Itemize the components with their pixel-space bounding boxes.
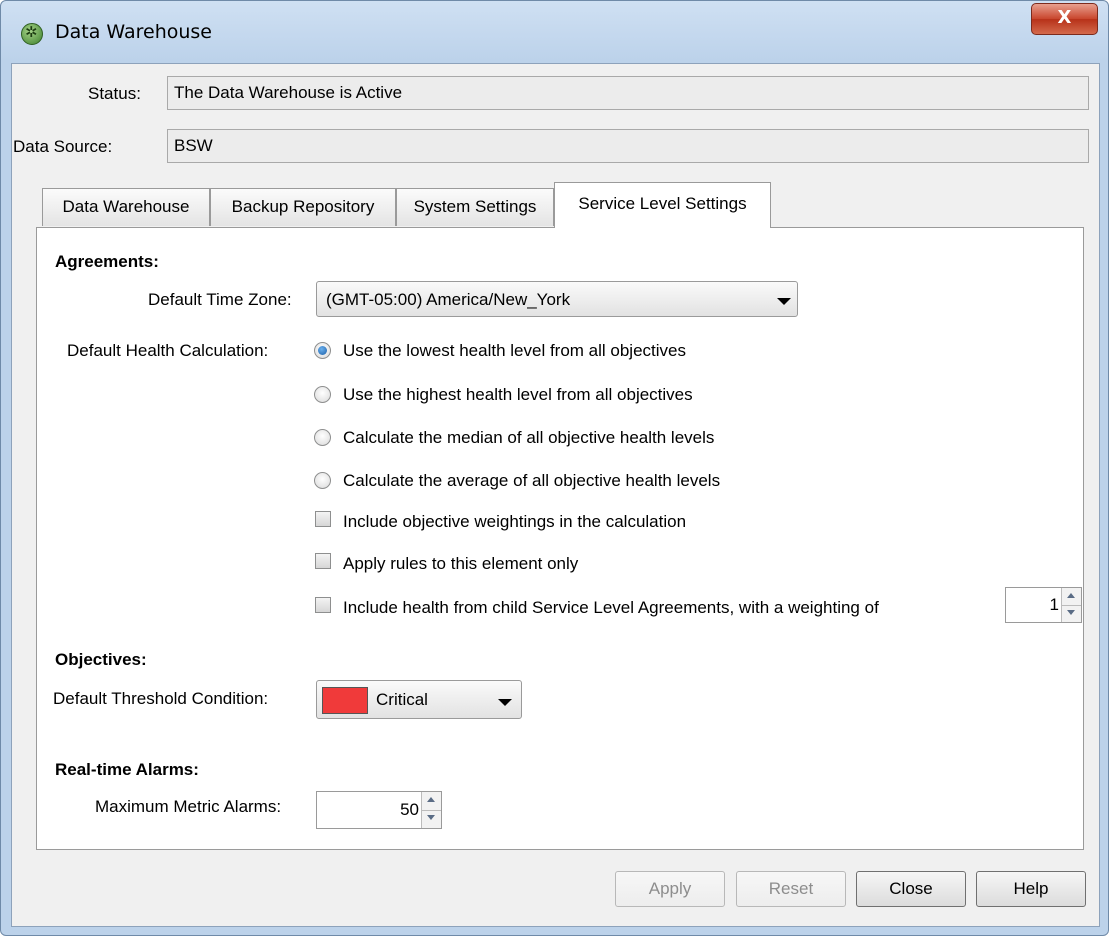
checkbox-child-sla-health[interactable] (315, 597, 331, 613)
service-level-settings-panel (36, 227, 1084, 850)
help-button[interactable]: Help (976, 871, 1086, 907)
data-source-field: BSW (167, 129, 1089, 163)
weighting-stepper-buttons (1061, 588, 1081, 622)
threshold-condition-value: Critical (376, 690, 428, 709)
tab-system-settings[interactable]: System Settings (396, 188, 554, 226)
tab-data-warehouse[interactable]: Data Warehouse (42, 188, 210, 226)
real-time-alarms-heading: Real-time Alarms: (55, 760, 199, 779)
default-time-zone-label: Default Time Zone: (148, 290, 292, 309)
data-source-label: Data Source: (13, 137, 113, 156)
checkbox-apply-rules-element-only[interactable] (315, 553, 331, 569)
radio-average-health[interactable] (314, 472, 331, 489)
critical-color-swatch (322, 687, 368, 714)
maximum-metric-alarms-label: Maximum Metric Alarms: (95, 797, 282, 816)
chevron-down-icon (777, 298, 791, 305)
checkbox-child-sla-health-label: Include health from child Service Level … (343, 598, 879, 617)
time-zone-select[interactable]: (GMT-05:00) America/New_York (316, 281, 798, 317)
close-button[interactable]: Close (856, 871, 966, 907)
spin-down-icon[interactable] (422, 810, 441, 828)
title-bar[interactable]: Data Warehouse X (1, 1, 1108, 63)
weighting-value: 1 (1049, 595, 1059, 614)
alarms-stepper-buttons (421, 792, 441, 828)
agreements-heading: Agreements: (55, 252, 159, 271)
spin-up-icon[interactable] (422, 792, 441, 810)
radio-median-health-label: Calculate the median of all objective he… (343, 428, 715, 447)
apply-button[interactable]: Apply (615, 871, 725, 907)
chevron-down-icon (498, 699, 512, 706)
window-title: Data Warehouse (55, 21, 213, 43)
checkbox-apply-rules-label: Apply rules to this element only (343, 554, 579, 573)
close-window-button[interactable]: X (1031, 3, 1098, 35)
maximum-metric-alarms-value: 50 (400, 800, 419, 819)
checkbox-objective-weightings[interactable] (315, 511, 331, 527)
app-logo-icon (21, 23, 43, 45)
radio-average-health-label: Calculate the average of all objective h… (343, 471, 721, 490)
radio-lowest-health-label: Use the lowest health level from all obj… (343, 341, 686, 360)
weighting-stepper[interactable]: 1 (1005, 587, 1082, 623)
radio-median-health[interactable] (314, 429, 331, 446)
objectives-heading: Objectives: (55, 650, 147, 669)
threshold-condition-select[interactable]: Critical (316, 680, 522, 719)
radio-highest-health-label: Use the highest health level from all ob… (343, 385, 693, 404)
checkbox-objective-weightings-label: Include objective weightings in the calc… (343, 512, 687, 531)
maximum-metric-alarms-stepper[interactable]: 50 (316, 791, 442, 829)
radio-lowest-health[interactable] (314, 342, 331, 359)
spin-down-icon[interactable] (1062, 605, 1081, 622)
time-zone-value: (GMT-05:00) America/New_York (326, 290, 571, 309)
default-threshold-condition-label: Default Threshold Condition: (53, 689, 269, 708)
status-label: Status: (88, 84, 141, 103)
tab-backup-repository[interactable]: Backup Repository (210, 188, 396, 226)
default-health-calculation-label: Default Health Calculation: (67, 341, 269, 360)
status-field: The Data Warehouse is Active (167, 76, 1089, 110)
spin-up-icon[interactable] (1062, 588, 1081, 605)
reset-button[interactable]: Reset (736, 871, 846, 907)
tab-service-level-settings[interactable]: Service Level Settings (554, 182, 771, 228)
radio-highest-health[interactable] (314, 386, 331, 403)
